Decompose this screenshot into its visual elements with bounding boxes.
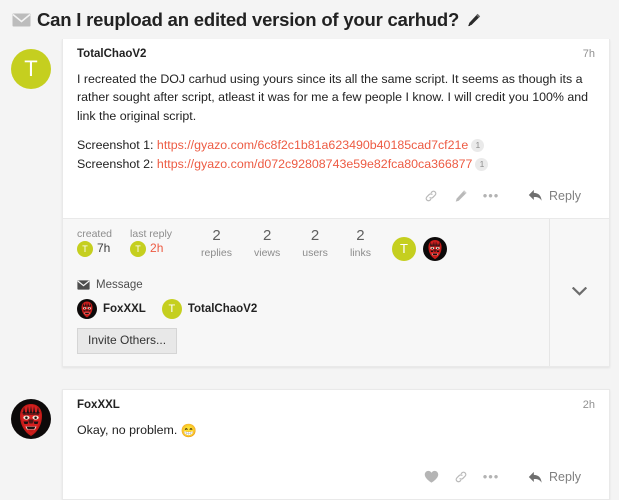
participant-avatar-foxxxl — [77, 298, 97, 319]
pencil-icon[interactable] — [446, 183, 476, 209]
post-1-body: I recreated the DOJ carhud using yours s… — [77, 60, 595, 174]
stat-replies-label: replies — [201, 246, 232, 259]
stat-users-label: users — [302, 246, 328, 259]
post-2-paragraph: Okay, no problem. — [77, 422, 178, 437]
post-2-username[interactable]: FoxXXL — [77, 399, 120, 411]
topic-map-avatar-foxxxl[interactable] — [422, 236, 447, 261]
post-1: T TotalChaoV2 7h I recreated the DOJ car… — [0, 39, 619, 367]
created-label: created — [77, 227, 113, 240]
screenshot-2-click-count: 1 — [475, 157, 489, 171]
participants-list: FoxXXL T TotalChaoV2 — [77, 298, 535, 319]
post-2-card: FoxXXL 2h Okay, no problem. 😁 ••• Reply — [62, 388, 610, 500]
topic-title-row: Can I reupload an edited version of your… — [0, 0, 619, 39]
post-1-username[interactable]: TotalChaoV2 — [77, 48, 146, 60]
stat-links-label: links — [349, 246, 371, 259]
message-participants-section: Message FoxXXL T TotalChaoV2 Invite Othe… — [63, 271, 549, 366]
participant-name-totalchaov2: TotalChaoV2 — [187, 302, 258, 315]
topic-map-last-reply: last reply T 2h — [130, 227, 190, 257]
reply-label: Reply — [549, 188, 581, 203]
reply-label: Reply — [549, 470, 581, 485]
topic-map-main: created T 7h last reply T 2h 2 replies 2… — [63, 219, 549, 366]
stat-replies[interactable]: 2 replies — [190, 227, 243, 260]
ellipsis-icon[interactable]: ••• — [476, 183, 506, 209]
participant-avatar-totalchaov2: T — [161, 298, 182, 319]
post-1-paragraph: I recreated the DOJ carhud using yours s… — [77, 72, 589, 123]
topic-page: Can I reupload an edited version of your… — [0, 0, 619, 500]
screenshot-1-label: Screenshot 1: — [77, 138, 154, 153]
post-2-header: FoxXXL 2h — [77, 399, 595, 411]
stat-users-count: 2 — [310, 226, 320, 244]
post-2-avatar-col — [0, 389, 62, 439]
topic-map-avatars: T — [382, 227, 447, 261]
topic-map-expand-button[interactable] — [549, 218, 609, 366]
last-reply-label: last reply — [130, 227, 173, 240]
link-icon[interactable] — [446, 464, 476, 490]
stat-replies-count: 2 — [212, 226, 221, 244]
stat-views-count: 2 — [262, 226, 272, 244]
topic-map-avatar-totalchaov2[interactable]: T — [391, 236, 416, 261]
stat-users[interactable]: 2 users — [291, 227, 339, 260]
stat-links[interactable]: 2 links — [339, 227, 382, 260]
topic-map-stats: created T 7h last reply T 2h 2 replies 2… — [63, 219, 549, 271]
screenshot-1-link[interactable]: https://gyazo.com/6c8f2c1b81a623490b4018… — [157, 138, 468, 152]
envelope-icon — [77, 280, 90, 290]
created-value-row: T 7h — [77, 240, 112, 257]
participant-name-foxxxl: FoxXXL — [103, 302, 146, 315]
post-1-avatar-col: T — [0, 39, 62, 89]
ellipsis-icon[interactable]: ••• — [476, 464, 506, 490]
stat-links-count: 2 — [356, 226, 365, 244]
chevron-down-icon — [571, 283, 588, 301]
stat-views[interactable]: 2 views — [243, 227, 291, 260]
message-heading-row: Message — [77, 279, 535, 299]
topic-map: created T 7h last reply T 2h 2 replies 2… — [63, 217, 609, 366]
invite-others-button[interactable]: Invite Others... — [77, 327, 178, 354]
screenshot-2-link[interactable]: https://gyazo.com/d072c92808743e59e82fca… — [157, 157, 473, 171]
screenshot-2-label: Screenshot 2: — [77, 156, 154, 171]
last-reply-avatar[interactable]: T — [130, 240, 147, 257]
screenshot-1-click-count: 1 — [471, 139, 485, 153]
created-value: 7h — [97, 241, 111, 256]
reply-button[interactable]: Reply — [524, 186, 589, 206]
heart-icon[interactable] — [416, 464, 446, 490]
post-2-timestamp[interactable]: 2h — [583, 399, 595, 411]
post-1-actions: ••• Reply — [77, 174, 595, 218]
post-2-body: Okay, no problem. 😁 — [77, 411, 595, 440]
participant-totalchaov2[interactable]: T TotalChaoV2 — [161, 298, 258, 319]
envelope-icon — [12, 13, 31, 27]
post-2-paragraph-row: Okay, no problem. 😁 — [77, 421, 595, 440]
post-1-timestamp[interactable]: 7h — [583, 48, 595, 60]
grinning-face-emoji: 😁 — [180, 422, 197, 438]
avatar-totalchaov2[interactable]: T — [11, 49, 51, 89]
last-reply-value: 2h — [150, 241, 164, 256]
participant-foxxxl[interactable]: FoxXXL — [77, 298, 146, 319]
page-title: Can I reupload an edited version of your… — [37, 9, 460, 30]
post-2: FoxXXL 2h Okay, no problem. 😁 ••• Reply — [0, 388, 619, 500]
last-reply-value-row: T 2h — [130, 240, 172, 257]
post-1-card: TotalChaoV2 7h I recreated the DOJ carhu… — [62, 39, 610, 367]
post-gap — [0, 367, 619, 389]
reply-button[interactable]: Reply — [524, 467, 589, 487]
pencil-icon[interactable] — [467, 13, 481, 27]
message-heading: Message — [96, 278, 143, 291]
post-1-header: TotalChaoV2 7h — [77, 48, 595, 60]
topic-map-created: created T 7h — [77, 227, 130, 257]
stat-views-label: views — [253, 246, 281, 259]
avatar-foxxxl[interactable] — [11, 398, 51, 439]
post-2-actions: ••• Reply — [77, 440, 595, 499]
post-1-screenshot-links: Screenshot 1: https://gyazo.com/6c8f2c1b… — [77, 136, 595, 174]
created-avatar[interactable]: T — [77, 240, 93, 257]
link-icon[interactable] — [416, 183, 446, 209]
